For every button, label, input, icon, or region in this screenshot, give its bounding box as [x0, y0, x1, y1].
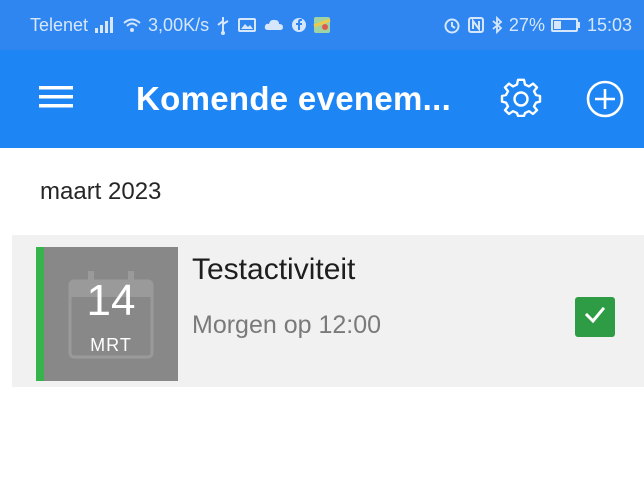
event-checkbox[interactable] — [575, 297, 615, 337]
carrier-label: Telenet — [30, 14, 89, 35]
nfc-icon — [467, 16, 485, 34]
add-event-button[interactable] — [580, 76, 630, 126]
wifi-icon — [122, 16, 142, 34]
signal-icon — [94, 16, 116, 34]
date-tile: 14 MRT — [44, 247, 178, 381]
status-right: 27% 15:03 — [443, 15, 632, 36]
event-day: 14 — [86, 276, 136, 325]
battery-icon — [550, 17, 581, 33]
status-left: Telenet 3,00K/s — [30, 15, 331, 36]
bluetooth-icon — [491, 16, 503, 34]
event-card[interactable]: 14 MRT Testactiviteit Morgen op 12:00 — [12, 235, 644, 387]
plus-circle-icon — [585, 79, 625, 124]
facebook-icon — [291, 17, 307, 33]
menu-icon — [39, 85, 73, 114]
menu-button[interactable] — [36, 79, 76, 119]
usb-icon — [215, 15, 231, 35]
clock: 15:03 — [586, 14, 632, 35]
network-speed: 3,00K/s — [148, 14, 210, 35]
event-accent-bar — [36, 247, 44, 381]
event-month: MRT — [90, 335, 132, 355]
gear-icon — [500, 78, 542, 125]
cloud-icon — [263, 17, 285, 33]
battery-percent: 27% — [508, 14, 545, 35]
maps-icon — [313, 16, 331, 34]
event-time: Morgen op 12:00 — [192, 311, 382, 339]
event-title: Testactiviteit — [192, 253, 356, 286]
page-title: Komende evenem... — [136, 80, 452, 117]
settings-button[interactable] — [496, 76, 546, 126]
status-bar: Telenet 3,00K/s 27% 15:03 — [0, 0, 644, 50]
month-header: maart 2023 — [40, 178, 162, 205]
check-icon — [584, 306, 606, 329]
alarm-icon — [443, 16, 461, 34]
photo-icon — [237, 16, 257, 34]
app-bar: Komende evenem... — [0, 50, 644, 148]
